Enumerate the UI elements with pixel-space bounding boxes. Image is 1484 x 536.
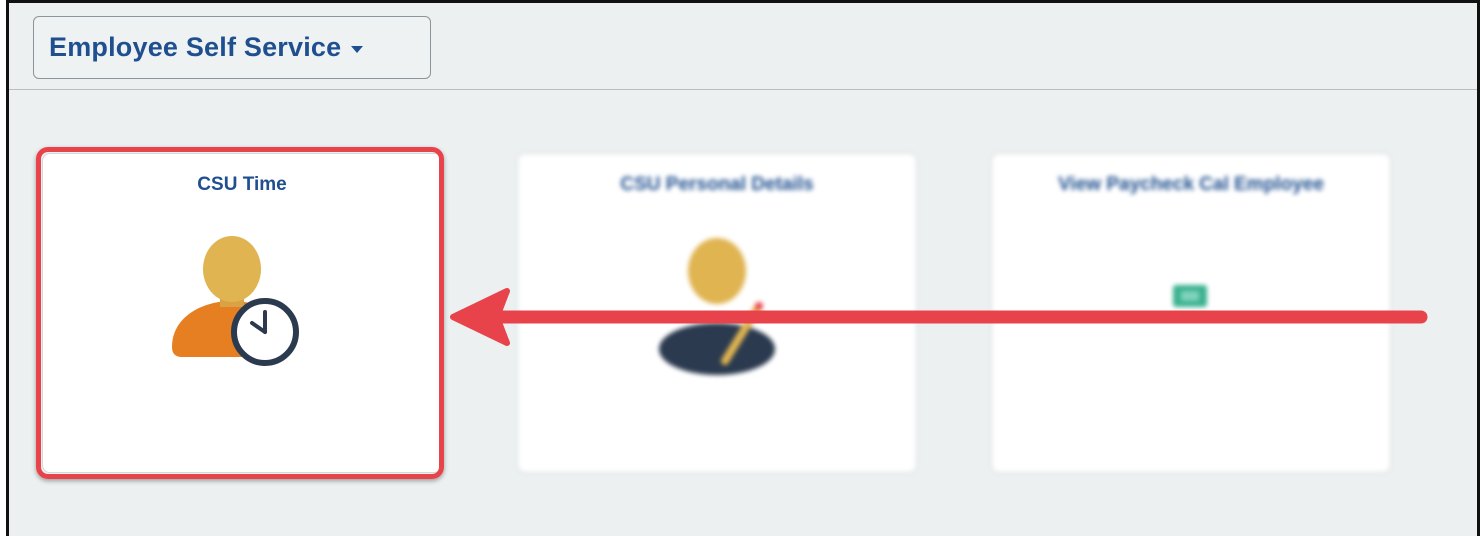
paycheck-icon [992, 229, 1390, 379]
caret-down-icon [351, 46, 364, 53]
tile-title: CSU Personal Details [620, 174, 814, 195]
tile-csu-personal-details[interactable]: CSU Personal Details [517, 153, 917, 473]
tile-view-paycheck-cal-employee[interactable]: View Paycheck Cal Employee [991, 153, 1391, 473]
tile-csu-time[interactable]: CSU Time [42, 153, 442, 473]
homepage-selector-dropdown[interactable]: Employee Self Service [33, 16, 431, 79]
tile-title: CSU Time [197, 174, 287, 195]
header-bar: Employee Self Service [9, 3, 1477, 90]
person-clock-icon [43, 229, 441, 379]
homepage-title: Employee Self Service [49, 32, 342, 62]
app-frame: Employee Self Service CSU Time CSU Perso… [6, 0, 1480, 536]
tile-title: View Paycheck Cal Employee [1058, 174, 1324, 195]
person-edit-icon [518, 229, 916, 379]
